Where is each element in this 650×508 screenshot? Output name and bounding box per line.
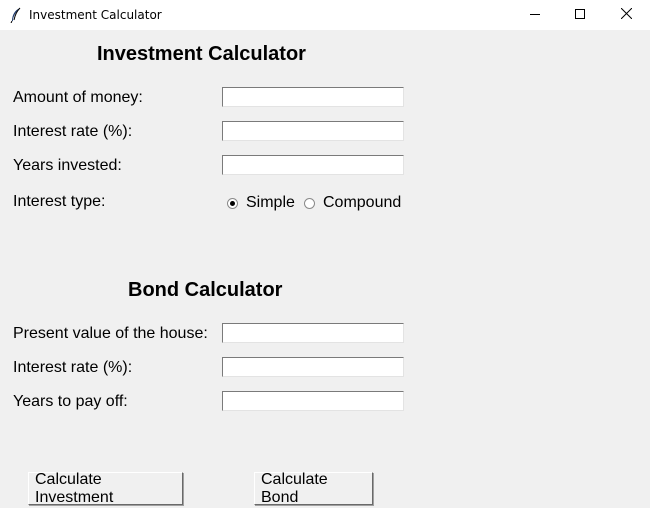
interest-type-label: Interest type:	[13, 193, 106, 210]
close-button[interactable]	[603, 0, 649, 30]
investment-rate-input[interactable]	[222, 121, 404, 141]
maximize-icon	[575, 6, 585, 24]
bond-rate-label: Interest rate (%):	[13, 359, 133, 376]
calculate-investment-button[interactable]: Calculate Investment	[28, 471, 183, 506]
bond-rate-input[interactable]	[222, 357, 404, 377]
years-to-pay-input[interactable]	[222, 391, 404, 411]
amount-input[interactable]	[222, 87, 404, 107]
radio-simple-label: Simple	[246, 194, 295, 211]
investment-rate-label: Interest rate (%):	[13, 123, 133, 140]
minimize-button[interactable]	[512, 0, 558, 30]
calculate-bond-button[interactable]: Calculate Bond	[254, 471, 373, 506]
title-bar[interactable]: Investment Calculator	[0, 0, 650, 30]
radio-simple-indicator[interactable]	[227, 197, 238, 209]
years-invested-label: Years invested:	[13, 157, 122, 174]
app-window: Investment Calculator Investment Calcula…	[0, 0, 650, 508]
minimize-icon	[530, 6, 540, 24]
house-value-input[interactable]	[222, 323, 404, 343]
years-invested-input[interactable]	[222, 155, 404, 175]
radio-compound-indicator[interactable]	[304, 197, 315, 209]
feather-icon	[9, 7, 23, 24]
window-title: Investment Calculator	[29, 8, 162, 22]
radio-compound[interactable]: Compound	[304, 194, 401, 212]
radio-simple[interactable]: Simple	[227, 194, 295, 212]
close-icon	[620, 6, 632, 24]
radio-compound-label: Compound	[323, 194, 402, 211]
investment-heading: Investment Calculator	[97, 43, 306, 65]
bond-heading: Bond Calculator	[128, 279, 283, 301]
amount-label: Amount of money:	[13, 89, 143, 106]
years-to-pay-label: Years to pay off:	[13, 393, 128, 410]
house-value-label: Present value of the house:	[13, 325, 208, 342]
maximize-button[interactable]	[557, 0, 603, 30]
